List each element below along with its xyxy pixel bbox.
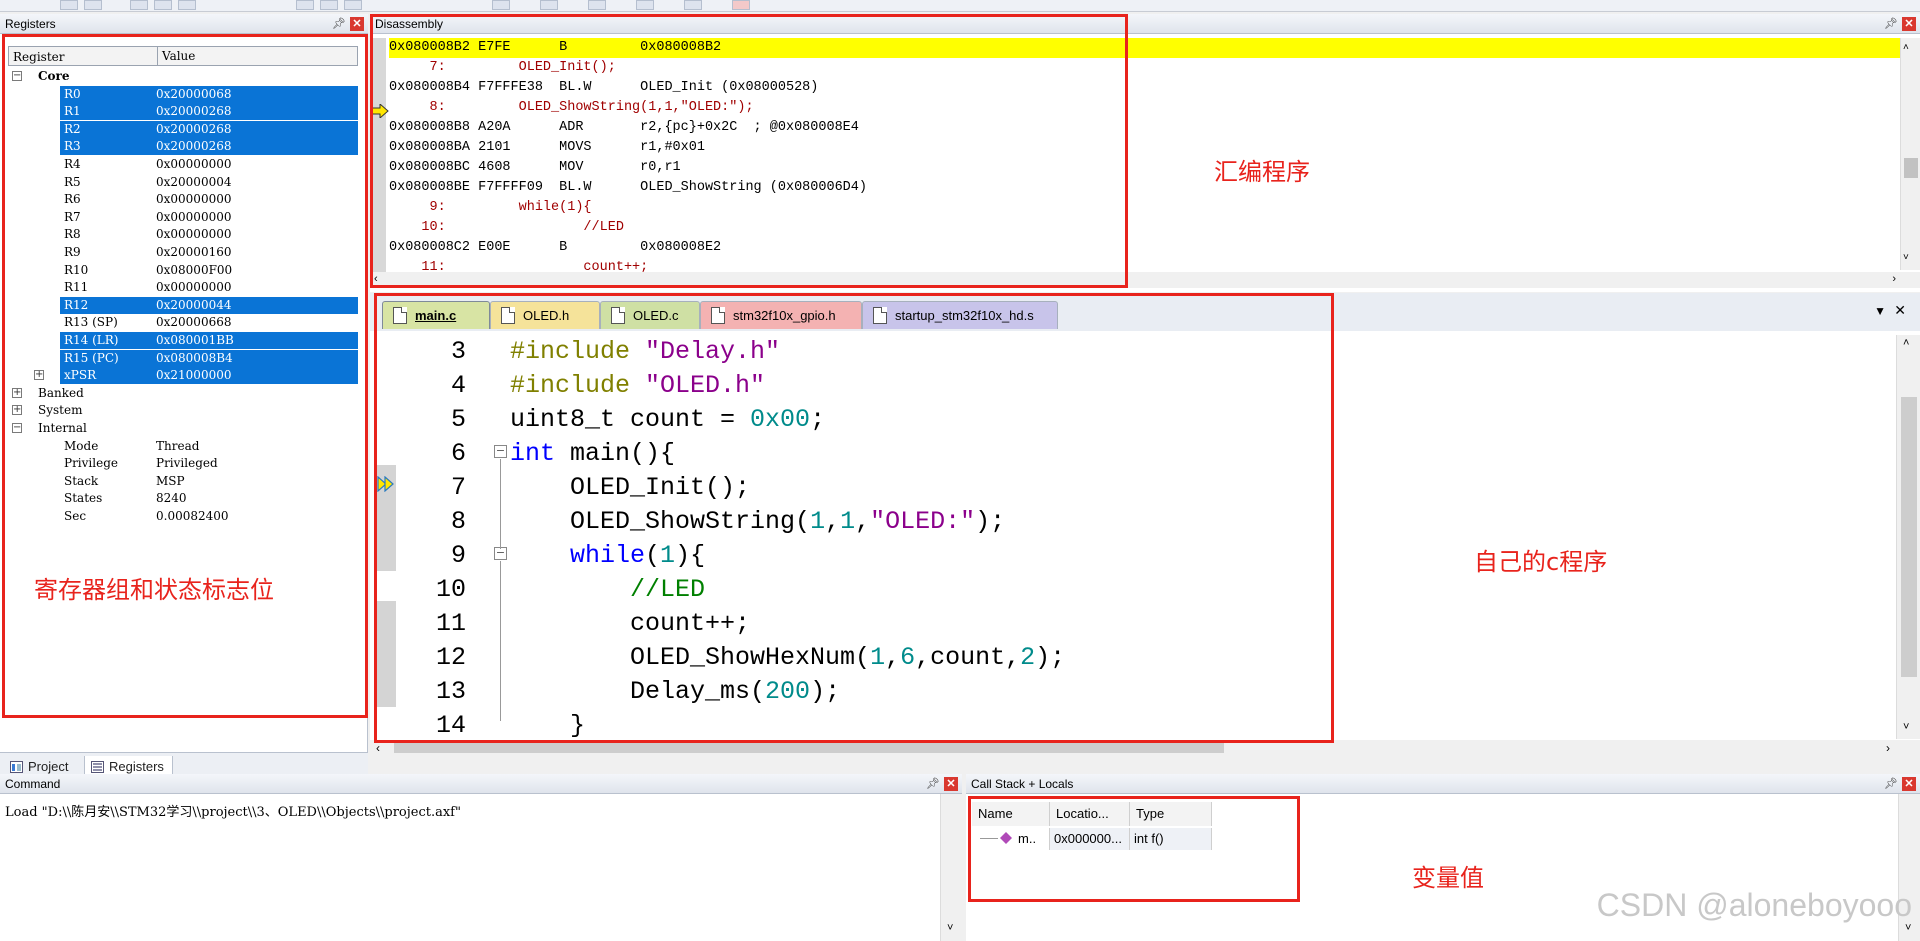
tab-registers-label: Registers [109,759,164,774]
registers-title: Registers [5,17,56,31]
command-output[interactable]: Load "D:\\陈月安\\STM32学习\\project\\3、OLED\… [5,801,461,820]
toolbar-button[interactable] [84,0,102,10]
toolbar-button[interactable] [540,0,558,10]
scroll-down-icon[interactable]: ˅ [1903,721,1909,733]
project-icon [10,761,23,773]
close-icon[interactable]: ✕ [944,777,958,791]
annotation-label-disassembly: 汇编程序 [1214,158,1310,186]
annotation-box-registers [2,34,368,718]
toolbar-button[interactable] [154,0,172,10]
toolbar [0,0,1920,12]
toolbar-button[interactable] [60,0,78,10]
scroll-thumb[interactable] [394,743,1224,753]
registers-title-bar: Registers 📌︎ ✕ [0,14,368,34]
toolbar-button[interactable] [684,0,702,10]
scroll-left-icon[interactable]: ‹ [376,741,380,755]
scroll-right-icon[interactable]: › [1886,741,1890,755]
toolbar-button[interactable] [636,0,654,10]
pin-icon[interactable]: 📌︎ [332,18,346,31]
scroll-up-icon[interactable]: ˄ [1903,337,1909,349]
scroll-thumb[interactable] [1904,158,1918,178]
annotation-label-vars: 变量值 [1412,864,1484,892]
scroll-down-icon[interactable]: ˅ [947,922,953,934]
scroll-thumb[interactable] [1901,397,1917,677]
tab-dropdown-icon[interactable]: ▼ [1874,304,1886,318]
command-vscrollbar[interactable]: ˅ [940,794,962,941]
toolbar-button[interactable] [320,0,338,10]
editor-vscrollbar[interactable]: ˄ ˅ [1896,335,1920,739]
close-editor-icon[interactable]: ✕ [1894,302,1906,319]
command-panel: Command 📌︎ ✕ Load "D:\\陈月安\\STM32学习\\pro… [0,774,962,941]
toolbar-button[interactable] [732,0,750,10]
command-title: Command [5,777,61,791]
command-title-bar: Command 📌︎ ✕ [0,774,962,794]
callstack-title-bar: Call Stack + Locals 📌︎ ✕ [966,774,1920,794]
annotation-box-vars [968,796,1300,902]
pin-icon[interactable]: 📌︎ [926,778,940,791]
scroll-up-icon[interactable]: ˄ [1903,42,1909,53]
watermark: CSDN @aloneboyooo [1596,887,1912,923]
annotation-box-code [374,293,1334,743]
toolbar-button[interactable] [130,0,148,10]
annotation-label-registers: 寄存器组和状态标志位 [34,576,274,604]
toolbar-button[interactable] [588,0,606,10]
toolbar-button[interactable] [492,0,510,10]
annotation-label-code: 自己的c程序 [1474,548,1608,576]
toolbar-button[interactable] [178,0,196,10]
annotation-box-disassembly [370,14,1128,288]
close-icon[interactable]: ✕ [1902,777,1916,791]
pin-icon[interactable]: 📌︎ [1884,778,1898,791]
close-icon[interactable]: ✕ [350,17,364,31]
toolbar-button[interactable] [296,0,314,10]
callstack-title: Call Stack + Locals [971,777,1074,791]
scroll-right-icon[interactable]: › [1892,273,1896,285]
scroll-down-icon[interactable]: ˅ [1903,252,1909,263]
pin-icon[interactable]: 📌︎ [1884,18,1898,31]
toolbar-button[interactable] [344,0,362,10]
tab-project-label: Project [28,759,69,774]
registers-icon [91,761,104,773]
close-icon[interactable]: ✕ [1902,17,1916,31]
disassembly-vscrollbar[interactable]: ˄ ˅ [1900,38,1920,270]
